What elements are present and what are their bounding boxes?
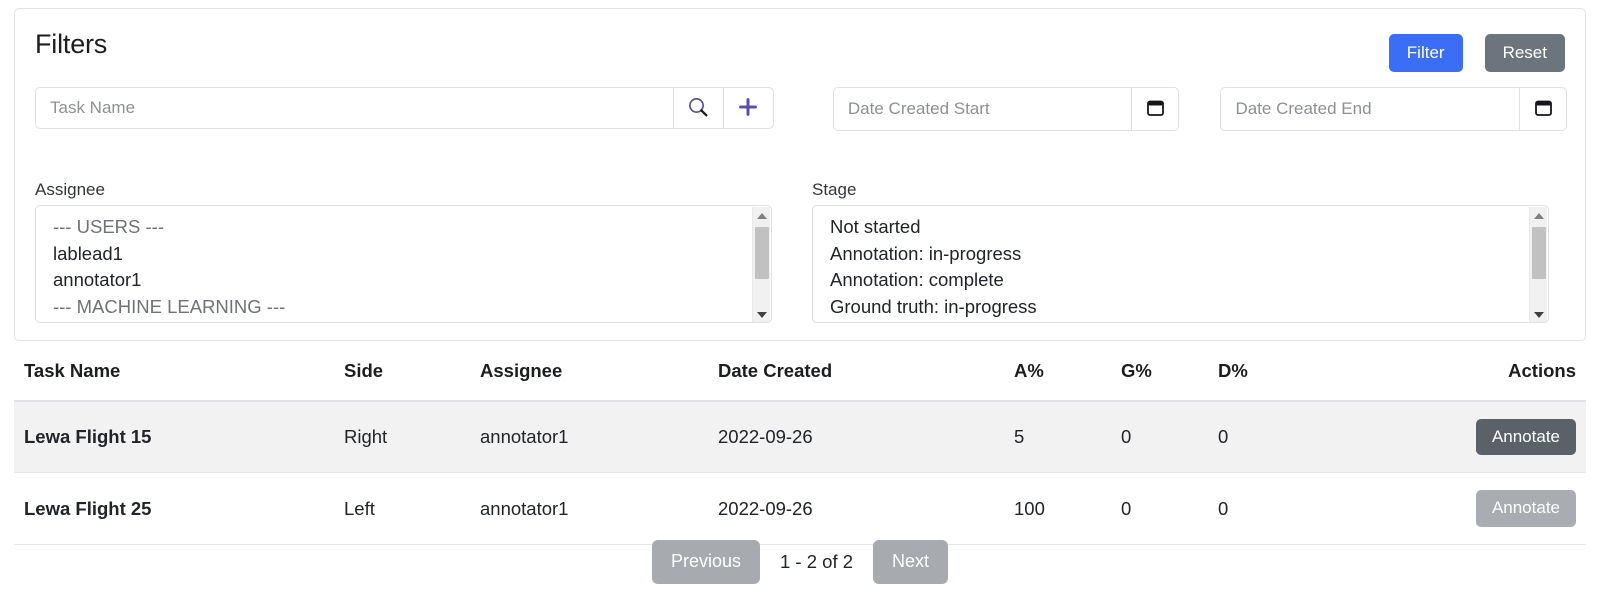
- cell-a-percent: 5: [1014, 401, 1121, 474]
- cell-side: Right: [344, 401, 480, 474]
- cell-side: Left: [344, 472, 480, 545]
- tasks-table: Task Name Side Assignee Date Created A% …: [14, 360, 1586, 545]
- cell-actions: Annotate: [1418, 472, 1586, 545]
- column-header-d-percent: D%: [1218, 360, 1418, 402]
- assignee-option[interactable]: lablead1: [53, 241, 771, 268]
- filter-actions: Filter Reset: [1388, 34, 1565, 73]
- cell-g-percent: 0: [1121, 472, 1218, 545]
- stage-option[interactable]: Annotation: complete: [830, 267, 1548, 294]
- assignee-option[interactable]: --- USERS ---: [53, 214, 771, 241]
- date-created-end-group: [1220, 87, 1567, 131]
- scrollbar-thumb[interactable]: [1532, 227, 1546, 279]
- assignee-label: Assignee: [35, 180, 105, 199]
- filter-input-row: [35, 87, 1567, 133]
- column-header-a-percent: A%: [1014, 360, 1121, 402]
- annotate-button[interactable]: Annotate: [1475, 490, 1576, 527]
- add-filter-button[interactable]: [723, 87, 774, 129]
- assignee-scrollbar[interactable]: [752, 207, 771, 322]
- assignee-filter: Assignee --- USERS --- lablead1 annotato…: [35, 180, 772, 323]
- scroll-down-icon[interactable]: [753, 306, 771, 322]
- cell-g-percent: 0: [1121, 401, 1218, 474]
- assignee-option[interactable]: annotator1: [53, 267, 771, 294]
- task-name-group: [35, 87, 774, 129]
- stage-option[interactable]: Annotation: in-progress: [830, 241, 1548, 268]
- cell-actions: Annotate: [1418, 401, 1586, 474]
- reset-button[interactable]: Reset: [1484, 34, 1565, 73]
- search-button[interactable]: [673, 87, 724, 129]
- stage-option[interactable]: Ground truth: in-progress: [830, 294, 1548, 321]
- page-title: Filters: [35, 29, 108, 59]
- column-header-date-created: Date Created: [718, 360, 1014, 402]
- scroll-up-icon[interactable]: [1530, 207, 1548, 224]
- pagination-range-label: 1 - 2 of 2: [780, 550, 854, 572]
- table-row[interactable]: Lewa Flight 15 Right annotator1 2022-09-…: [14, 401, 1586, 474]
- stage-filter: Stage Not started Annotation: in-progres…: [812, 180, 1549, 323]
- date-created-end-picker-button[interactable]: [1519, 87, 1567, 131]
- date-created-start-input[interactable]: [832, 87, 1132, 131]
- stage-label: Stage: [812, 180, 857, 199]
- assignee-option[interactable]: --- MACHINE LEARNING ---: [53, 294, 771, 321]
- cell-assignee: annotator1: [480, 401, 718, 474]
- table-row[interactable]: Lewa Flight 25 Left annotator1 2022-09-2…: [14, 472, 1586, 545]
- stage-scrollbar[interactable]: [1529, 207, 1548, 322]
- task-list-page: Filters Filter Reset Task Name Date Crea…: [0, 0, 1600, 604]
- column-header-g-percent: G%: [1121, 360, 1218, 402]
- date-created-start-group: [832, 87, 1180, 131]
- cell-assignee: annotator1: [480, 472, 718, 545]
- date-created-end-input[interactable]: [1220, 87, 1519, 131]
- table-header-row: Task Name Side Assignee Date Created A% …: [14, 360, 1586, 402]
- cell-task-name: Lewa Flight 25: [14, 472, 344, 545]
- next-page-button[interactable]: Next: [873, 540, 949, 584]
- search-input[interactable]: [35, 87, 674, 129]
- column-header-assignee: Assignee: [480, 360, 718, 402]
- cell-d-percent: 0: [1218, 401, 1418, 474]
- stage-listbox[interactable]: Not started Annotation: in-progress Anno…: [812, 205, 1549, 323]
- filters-card: Filters Filter Reset Task Name Date Crea…: [14, 8, 1586, 341]
- cell-date-created: 2022-09-26: [718, 472, 1014, 545]
- stage-option[interactable]: Not started: [830, 214, 1548, 241]
- cell-d-percent: 0: [1218, 472, 1418, 545]
- scroll-up-icon[interactable]: [753, 207, 771, 224]
- tasks-table-container: Task Name Side Assignee Date Created A% …: [14, 360, 1586, 545]
- assignee-listbox[interactable]: --- USERS --- lablead1 annotator1 --- MA…: [35, 205, 772, 323]
- cell-date-created: 2022-09-26: [718, 401, 1014, 474]
- filter-button[interactable]: Filter: [1388, 34, 1463, 73]
- cell-task-name: Lewa Flight 15: [14, 401, 344, 474]
- previous-page-button[interactable]: Previous: [651, 540, 760, 584]
- column-header-side: Side: [344, 360, 480, 402]
- date-created-start-picker-button[interactable]: [1131, 87, 1180, 131]
- calendar-icon: [1145, 97, 1166, 121]
- plus-icon: [737, 96, 759, 121]
- pagination: Previous 1 - 2 of 2 Next: [0, 540, 1600, 584]
- calendar-icon: [1533, 97, 1554, 121]
- scrollbar-thumb[interactable]: [755, 227, 769, 279]
- search-icon: [687, 96, 709, 121]
- column-header-actions: Actions: [1418, 360, 1586, 402]
- annotate-button[interactable]: Annotate: [1475, 419, 1576, 456]
- scroll-down-icon[interactable]: [1530, 306, 1548, 322]
- column-header-task-name: Task Name: [14, 360, 344, 402]
- cell-a-percent: 100: [1014, 472, 1121, 545]
